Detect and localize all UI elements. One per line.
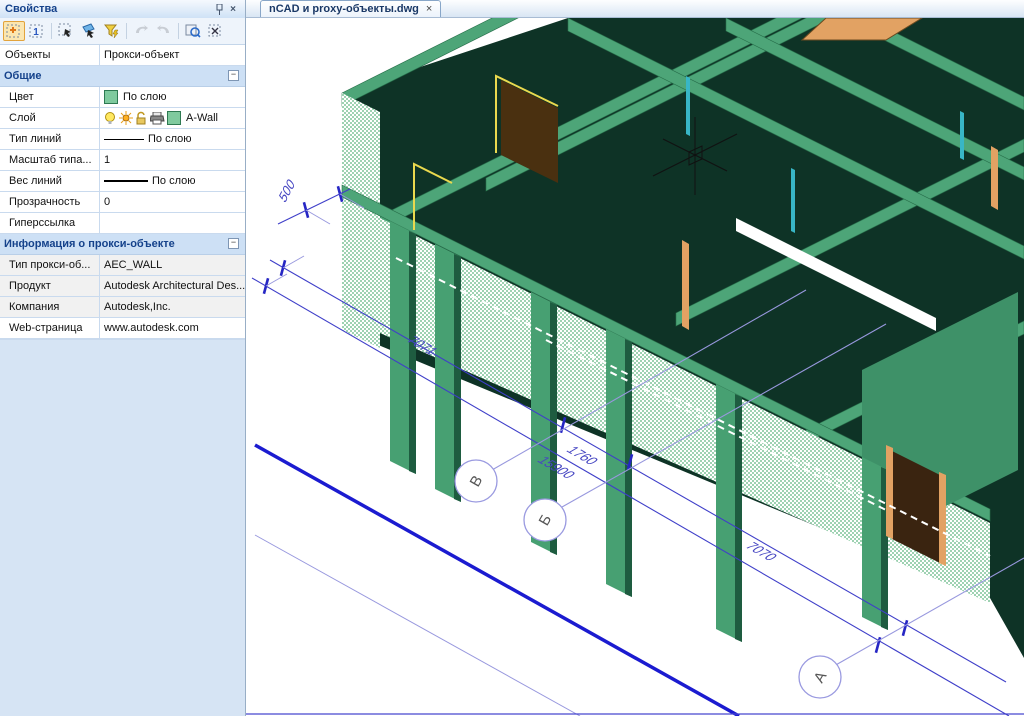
- selection-view-button[interactable]: [182, 21, 204, 41]
- property-row-product: Продукт Autodesk Architectural Des...: [0, 276, 245, 297]
- drawing-viewport[interactable]: В Б А 7071 1760 15900 7070 500: [246, 18, 1024, 716]
- property-row-ltscale: Масштаб типа... 1: [0, 150, 245, 171]
- dim-text-7070: 7070: [742, 540, 782, 563]
- select-indication-button[interactable]: [3, 21, 25, 41]
- property-row-lineweight: Вес линий По слою: [0, 171, 245, 192]
- property-row-webpage: Web-страница www.autodesk.com: [0, 318, 245, 339]
- toolbar-separator: [51, 23, 52, 39]
- layer-color-swatch: [167, 111, 181, 125]
- property-row-linetype: Тип линий По слою: [0, 129, 245, 150]
- panel-toolbar: 1: [0, 18, 245, 45]
- pin-icon[interactable]: [212, 2, 226, 16]
- document-tab-title: nCAD и proxy-объекты.dwg: [269, 3, 419, 15]
- section-general[interactable]: Общие −: [0, 66, 245, 87]
- axis-polyline-thin[interactable]: [255, 535, 580, 716]
- document-tab-bar: nCAD и proxy-объекты.dwg ×: [246, 0, 1024, 18]
- object-selector-label: Объекты: [0, 45, 100, 65]
- section-proxy-info[interactable]: Информация о прокси-объекте −: [0, 234, 245, 255]
- collapse-icon[interactable]: −: [228, 70, 239, 81]
- collapse-icon[interactable]: −: [228, 238, 239, 249]
- select-box-button[interactable]: [55, 21, 77, 41]
- linetype-sample: [104, 139, 144, 140]
- toolbar-separator: [126, 23, 127, 39]
- toolbar-separator: [178, 23, 179, 39]
- color-swatch: [104, 90, 118, 104]
- property-row-proxy-type: Тип прокси-об... AEC_WALL: [0, 255, 245, 276]
- property-row-layer: Слой A-Wall: [0, 108, 245, 129]
- property-row-company: Компания Autodesk,Inc.: [0, 297, 245, 318]
- drawing-canvas[interactable]: В Б А 7071 1760 15900 7070 500: [246, 18, 1024, 716]
- property-row-color: Цвет По слою: [0, 87, 245, 108]
- svg-text:1: 1: [33, 27, 39, 38]
- copy-properties-button[interactable]: [130, 21, 152, 41]
- property-row-hyperlink: Гиперссылка: [0, 213, 245, 234]
- show-count-button[interactable]: 1: [26, 21, 48, 41]
- tab-close-icon[interactable]: ×: [426, 3, 432, 15]
- clear-selection-button[interactable]: [205, 21, 227, 41]
- building-3d-model[interactable]: [342, 18, 1024, 658]
- dim-text-500: 500: [277, 175, 298, 206]
- object-selector-row: Объекты Прокси-объект: [0, 45, 245, 66]
- object-selector-value[interactable]: Прокси-объект: [100, 45, 245, 65]
- document-tab[interactable]: nCAD и proxy-объекты.dwg ×: [260, 0, 441, 17]
- layer-freeze-icon[interactable]: [119, 111, 133, 125]
- layer-lock-icon[interactable]: [135, 111, 148, 125]
- apply-properties-button[interactable]: [153, 21, 175, 41]
- close-panel-icon[interactable]: ×: [226, 2, 240, 16]
- layer-print-icon[interactable]: [150, 112, 165, 125]
- property-grid: Объекты Прокси-объект Общие − Цвет По сл…: [0, 45, 245, 340]
- panel-title: Свойства: [5, 3, 57, 15]
- quick-filter-button[interactable]: [101, 21, 123, 41]
- layer-visibility-icon[interactable]: [104, 111, 117, 125]
- select-similar-button[interactable]: [78, 21, 100, 41]
- properties-panel-header: Свойства ×: [0, 0, 245, 18]
- property-row-transparency: Прозрачность 0: [0, 192, 245, 213]
- hatched-left-wall: [342, 93, 380, 348]
- properties-panel: Свойства × 1: [0, 0, 246, 716]
- lineweight-sample: [104, 180, 148, 182]
